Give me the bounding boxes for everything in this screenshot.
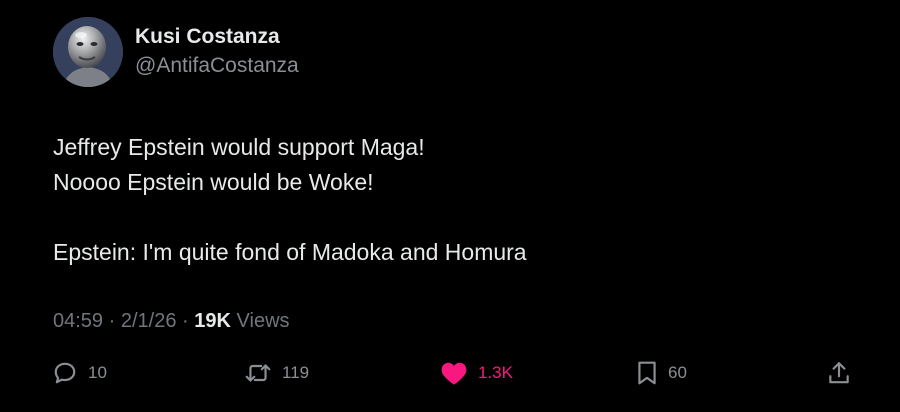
- post-text: Jeffrey Epstein would support Maga! Nooo…: [53, 130, 527, 270]
- like-count: 1.3K: [478, 363, 513, 382]
- bookmark-count: 60: [668, 363, 687, 382]
- repost-icon: [244, 360, 272, 386]
- heart-icon: [440, 360, 468, 386]
- like-button[interactable]: 1.3K: [440, 358, 513, 388]
- bookmark-icon: [636, 360, 658, 386]
- views-label: Views: [236, 310, 290, 332]
- post-text-line-blank: [53, 200, 527, 235]
- share-button[interactable]: [826, 358, 852, 388]
- repost-button[interactable]: 119: [244, 358, 309, 388]
- post-header: Kusi Costanza @AntifaCostanza: [53, 17, 299, 87]
- post-meta: 04:59 · 2/1/26 · 19K Views: [53, 308, 290, 334]
- reply-icon: [52, 360, 78, 386]
- author-handle[interactable]: @AntifaCostanza: [135, 52, 299, 80]
- post-time[interactable]: 04:59: [53, 310, 103, 332]
- views-count: 19K: [194, 310, 231, 332]
- author-display-name[interactable]: Kusi Costanza: [135, 24, 299, 50]
- repost-count: 119: [282, 363, 310, 382]
- post-text-line: Epstein: I'm quite fond of Madoka and Ho…: [53, 239, 527, 265]
- post: Kusi Costanza @AntifaCostanza Jeffrey Ep…: [0, 0, 900, 412]
- post-text-line: Noooo Epstein would be Woke!: [53, 169, 374, 195]
- reply-count: 10: [88, 363, 107, 382]
- action-bar: 10 119 1.3K 60: [0, 358, 900, 388]
- avatar[interactable]: [53, 17, 123, 87]
- meta-separator: ·: [108, 310, 116, 332]
- post-date[interactable]: 2/1/26: [121, 310, 177, 332]
- meta-separator: ·: [182, 310, 189, 332]
- share-icon: [826, 360, 852, 386]
- bookmark-button[interactable]: 60: [636, 358, 687, 388]
- post-text-line: Jeffrey Epstein would support Maga!: [53, 134, 425, 160]
- reply-button[interactable]: 10: [52, 358, 107, 388]
- author-names: Kusi Costanza @AntifaCostanza: [135, 24, 299, 80]
- avatar-image: [53, 17, 123, 87]
